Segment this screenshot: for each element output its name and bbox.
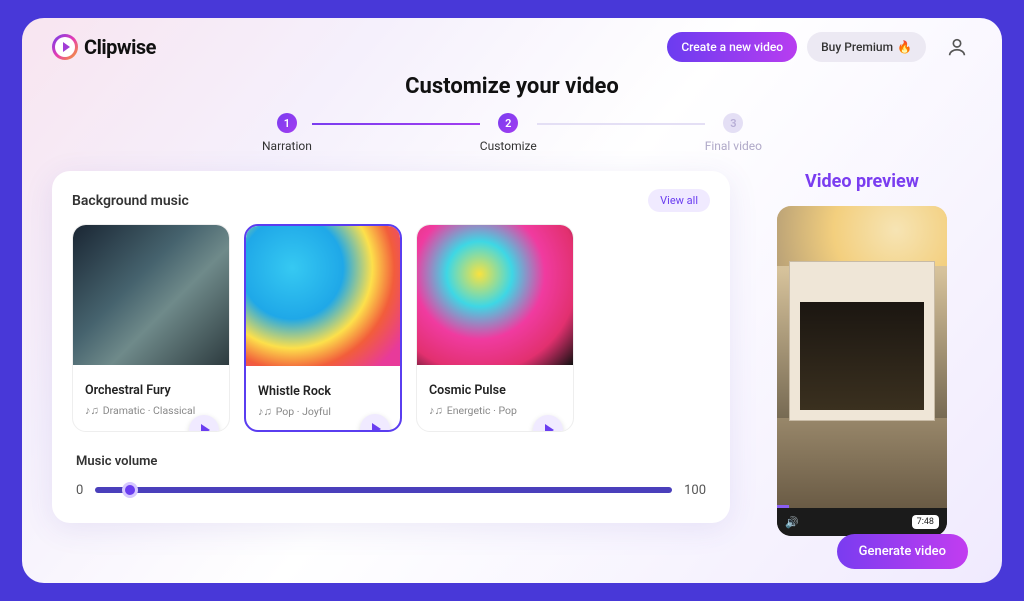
volume-icon[interactable]: 🔊 [785,516,799,529]
user-icon [946,36,968,58]
volume-title: Music volume [76,454,706,469]
video-duration: 7:48 [912,515,939,529]
slider-track [95,487,672,493]
step-customize[interactable]: 2 Customize [480,113,537,153]
step-circle: 1 [277,113,297,133]
page-title: Customize your video [22,74,1002,99]
track-title: Whistle Rock [258,384,390,399]
view-all-button[interactable]: View all [648,189,710,212]
step-connector [312,123,480,125]
background-music-card: Background music View all Orchestral Fur… [52,171,730,523]
preview-artwork: ZARA [789,261,935,421]
video-preview[interactable]: ZARA 🔊 7:48 [777,206,947,536]
track-title: Orchestral Fury [85,383,219,398]
step-circle: 3 [723,113,743,133]
create-video-button[interactable]: Create a new video [667,32,797,62]
step-circle: 2 [498,113,518,133]
play-icon [372,423,381,432]
play-icon [545,424,554,432]
track-artwork [246,226,400,366]
buy-premium-button[interactable]: Buy Premium 🔥 [807,32,926,62]
generate-video-button[interactable]: Generate video [837,534,968,569]
step-narration[interactable]: 1 Narration [262,113,312,153]
step-connector [537,123,705,125]
music-note-icon: ♪♫ [85,404,99,417]
header: Clipwise Create a new video Buy Premium … [22,18,1002,70]
stepper: 1 Narration 2 Customize 3 Final video [262,113,762,153]
step-label: Narration [262,139,312,153]
step-label: Customize [480,139,537,153]
track-artwork [73,225,229,365]
preview-artwork [777,206,947,266]
volume-min: 0 [76,483,83,498]
track-artwork [417,225,573,365]
track-tags: Energetic · Pop [447,404,517,417]
track-tags: Dramatic · Classical [103,404,196,417]
brand-logo[interactable]: Clipwise [52,34,156,60]
fire-icon: 🔥 [897,40,912,54]
play-icon [201,424,210,432]
music-note-icon: ♪♫ [258,405,272,418]
slider-thumb[interactable] [122,482,138,498]
account-avatar[interactable] [942,32,972,62]
track-tags: Pop · Joyful [276,405,331,418]
step-final-video[interactable]: 3 Final video [705,113,762,153]
music-note-icon: ♪♫ [429,404,443,417]
track-card[interactable]: Whistle Rock ♪♫ Pop · Joyful [244,224,402,432]
buy-premium-label: Buy Premium [821,40,893,54]
track-title: Cosmic Pulse [429,383,563,398]
preview-title: Video preview [752,171,972,192]
volume-max: 100 [684,483,706,498]
track-card[interactable]: Cosmic Pulse ♪♫ Energetic · Pop [416,224,574,432]
step-label: Final video [705,139,762,153]
track-card[interactable]: Orchestral Fury ♪♫ Dramatic · Classical [72,224,230,432]
card-title: Background music [72,193,189,209]
preview-artwork [777,418,947,508]
brand-name: Clipwise [84,35,156,59]
volume-slider[interactable] [95,481,672,499]
play-logo-icon [52,34,78,60]
app-window: Clipwise Create a new video Buy Premium … [22,18,1002,583]
video-controls: 🔊 7:48 [777,508,947,536]
